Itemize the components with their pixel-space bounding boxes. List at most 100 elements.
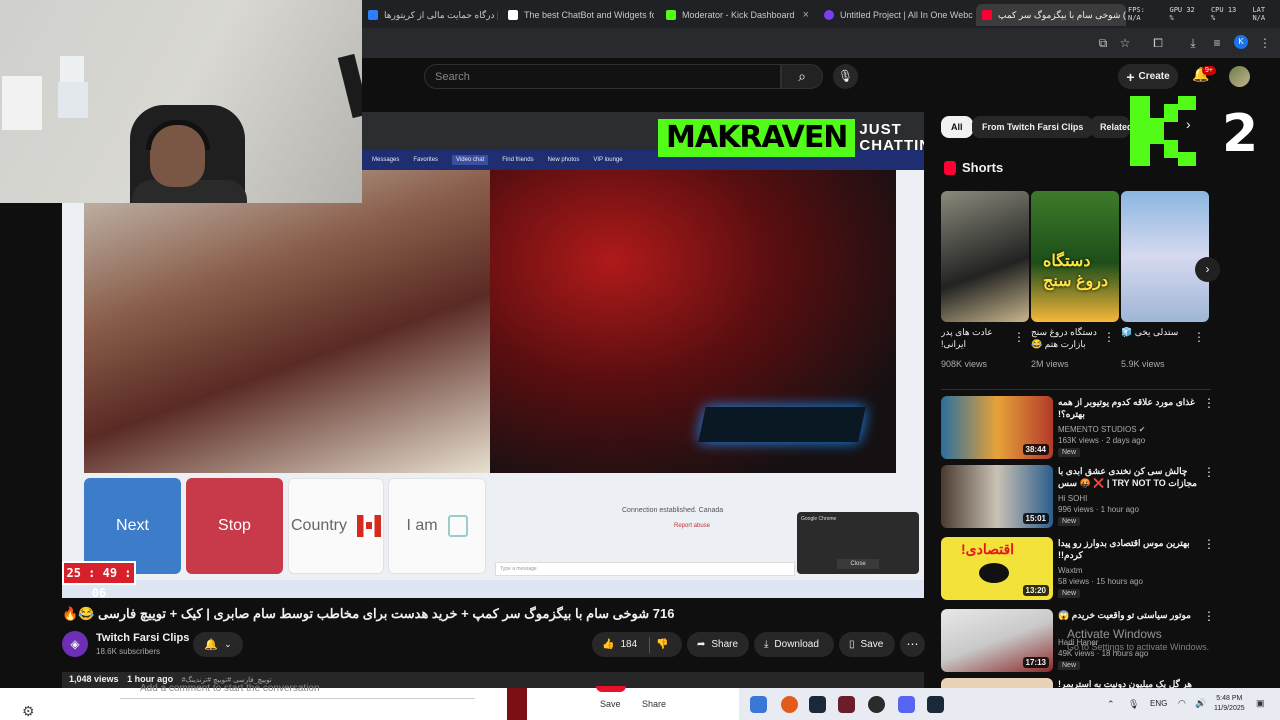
related-channel[interactable]: Hi SOHI <box>1058 494 1087 503</box>
report-abuse-link[interactable]: Report abuse <box>674 523 710 529</box>
video-title: 716 شوخی سام با بیگزموگ سر کمپ + خرید هد… <box>62 606 675 621</box>
chrome-notification-toast[interactable]: Google Chrome Close <box>797 512 919 574</box>
language-indicator[interactable]: ENG <box>1150 699 1167 708</box>
more-vertical-icon[interactable]: ⋮ <box>1193 330 1205 344</box>
more-vertical-icon[interactable]: ⋮ <box>1203 537 1215 551</box>
video-thumbnail[interactable]: اقتصادی! 13:20 <box>941 537 1053 600</box>
related-title[interactable]: هر گل یک میلیون دونیت به استریمر! <box>1058 678 1198 688</box>
browser-tab-webcam-project[interactable]: Untitled Project | All In One Webcam × <box>818 4 973 26</box>
voice-search-button[interactable]: 🎙 <box>833 64 858 89</box>
related-video-item[interactable]: 15:01 چالش سی کن نخندی عشق ابدی با مجازا… <box>941 465 1215 529</box>
perf-overlay: FPS: N/A GPU 32 % CPU 13 % LAT N/A <box>1128 6 1280 22</box>
related-title[interactable]: بهترین موس اقتصادی بدوارز رو پیدا کردم!! <box>1058 537 1198 561</box>
popup-share-button[interactable]: Share <box>642 699 666 709</box>
microphone-icon: 🎙 <box>837 69 854 83</box>
video-thumbnail[interactable] <box>941 678 1053 688</box>
steam-icon[interactable] <box>927 696 944 713</box>
i-am-filter-button[interactable]: I am <box>388 478 486 574</box>
comment-input[interactable]: Add a comment to start the conversation <box>120 681 475 699</box>
browser-tab-remit[interactable]: ریمیت | درگاه حمایت مالی از کریتورها × <box>362 4 498 26</box>
related-video-item[interactable]: اقتصادی! 13:20 بهترین موس اقتصادی بدوارز… <box>941 537 1215 601</box>
video-thumbnail[interactable]: 38:44 <box>941 396 1053 459</box>
chevron-right-icon[interactable]: › <box>1186 116 1191 132</box>
divider <box>941 389 1211 390</box>
like-dislike-group[interactable]: 👍 184 👎 <box>592 632 682 657</box>
browser-tab-chatbot[interactable]: The best ChatBot and Widgets for... × <box>502 4 654 26</box>
steam-icon[interactable] <box>809 696 826 713</box>
download-icon: ⤓ <box>764 639 769 650</box>
short-thumbnail[interactable] <box>941 191 1029 322</box>
short-title[interactable]: ستدلی یخی 🧊 <box>1121 326 1195 352</box>
subscription-bell-button[interactable]: 🔔 ⌄ <box>193 632 243 657</box>
chip-from-channel[interactable]: From Twitch Farsi Clips <box>972 116 1094 138</box>
chat-message-input[interactable]: Type a message <box>495 562 795 576</box>
create-button[interactable]: + Create <box>1118 64 1178 89</box>
video-thumbnail[interactable]: 15:01 <box>941 465 1053 528</box>
install-app-icon[interactable]: ⧉ <box>1094 34 1112 52</box>
search-button[interactable]: ⌕ <box>781 64 823 89</box>
downloads-icon[interactable]: ⤓ <box>1184 34 1202 52</box>
notification-close-button[interactable]: Close <box>837 559 879 569</box>
related-channel[interactable]: MEMENTO STUDIOS ✔ <box>1058 425 1145 434</box>
related-title[interactable]: چالش سی کن نخندی عشق ابدی با مجازات TRY … <box>1058 465 1198 489</box>
kebab-menu-icon[interactable]: ⋮ <box>1256 34 1274 52</box>
short-title[interactable]: دستگاه دروغ سنج بازارت هتم 😂 <box>1031 326 1105 352</box>
taskbar-app-icon[interactable] <box>838 696 855 713</box>
stop-button[interactable]: Stop <box>186 478 283 574</box>
more-vertical-icon[interactable]: ⋮ <box>1203 465 1215 479</box>
media-control-icon[interactable]: ≡ <box>1208 34 1226 52</box>
more-vertical-icon[interactable]: ⋮ <box>1013 330 1025 344</box>
browser-tab-youtube[interactable]: (13) شوخی سام با بیگزموگ سر کمپ <box>976 4 1126 26</box>
bookmark-star-icon[interactable]: ☆ <box>1116 34 1134 52</box>
volume-icon[interactable]: 🔊 <box>1195 698 1206 709</box>
account-avatar[interactable] <box>1229 66 1250 87</box>
activate-windows-subtext: Go to Settings to activate Windows. <box>1067 642 1210 652</box>
related-channel[interactable]: Waxtm <box>1058 566 1083 575</box>
related-video-item[interactable]: 17:13 موتور سیاستی تو واقعیت خریدم 😱 Had… <box>941 609 1215 673</box>
notification-center-icon[interactable]: ▣ <box>1256 698 1265 709</box>
next-button[interactable]: Next <box>84 478 181 574</box>
video-thumbnail[interactable]: 17:13 <box>941 609 1053 672</box>
chevron-up-icon[interactable]: ⌃ <box>1107 699 1115 710</box>
extensions-icon[interactable]: ⧠ <box>1149 34 1167 52</box>
related-video-item[interactable]: 38:44 غذای مورد علاقه کدوم یوتیوبر از هم… <box>941 396 1215 460</box>
short-thumbnail[interactable]: دستگاه دروغ سنج <box>1031 191 1119 322</box>
share-button[interactable]: ➦ Share <box>687 632 749 657</box>
firefox-icon[interactable] <box>781 696 798 713</box>
search-input[interactable]: Search <box>424 64 781 89</box>
shorts-next-button[interactable]: › <box>1195 257 1220 282</box>
more-vertical-icon[interactable]: ⋮ <box>1103 330 1115 344</box>
related-title[interactable]: غذای مورد علاقه کدوم یوتیوبر از همه بهتر… <box>1058 396 1198 420</box>
download-button[interactable]: ⤓ Download <box>754 632 834 657</box>
more-vertical-icon[interactable]: ⋮ <box>1203 609 1215 623</box>
related-video-item[interactable]: هر گل یک میلیون دونیت به استریمر! <box>941 678 1211 688</box>
channel-avatar[interactable]: ◈ <box>62 631 88 657</box>
more-vertical-icon[interactable]: ⋮ <box>1203 396 1215 410</box>
thumbs-up-icon[interactable]: 👍 <box>602 639 614 650</box>
country-filter-button[interactable]: Country <box>288 478 384 574</box>
category-label: JUST CHATTING <box>855 122 924 154</box>
browser-tab-kick-dashboard[interactable]: Moderator - Kick Dashboard × <box>660 4 815 26</box>
browser-profile-avatar[interactable]: K <box>1234 35 1248 49</box>
short-thumbnail[interactable] <box>1121 191 1209 322</box>
short-thumb-text: دستگاه دروغ سنج <box>1043 253 1109 290</box>
short-title[interactable]: عادت های پدر ایرانی! <box>941 326 1015 352</box>
save-label: Save <box>860 639 884 650</box>
wifi-icon[interactable]: ◠ <box>1178 698 1186 709</box>
channel-name[interactable]: Twitch Farsi Clips <box>96 632 189 644</box>
gear-icon[interactable]: ⚙ <box>22 703 35 720</box>
save-button[interactable]: ▯ Save <box>839 632 895 657</box>
discord-icon[interactable] <box>898 696 915 713</box>
close-icon[interactable]: × <box>795 9 809 21</box>
taskbar-clock[interactable]: 5:48 PM 11/9/2025 <box>1214 694 1245 714</box>
chip-related[interactable]: Related <box>1090 116 1130 138</box>
more-actions-button[interactable]: ⋯ <box>900 632 925 657</box>
notification-count-badge: 9+ <box>1202 66 1216 75</box>
taskbar-app-icon[interactable] <box>750 696 767 713</box>
chip-all[interactable]: All <box>941 116 973 138</box>
thumbs-down-icon[interactable]: 👎 <box>656 639 668 650</box>
obs-icon[interactable] <box>868 696 885 713</box>
popup-save-button[interactable]: Save <box>600 699 621 709</box>
microphone-icon[interactable]: 🎙 <box>1128 699 1139 710</box>
share-label: Share <box>711 639 739 650</box>
